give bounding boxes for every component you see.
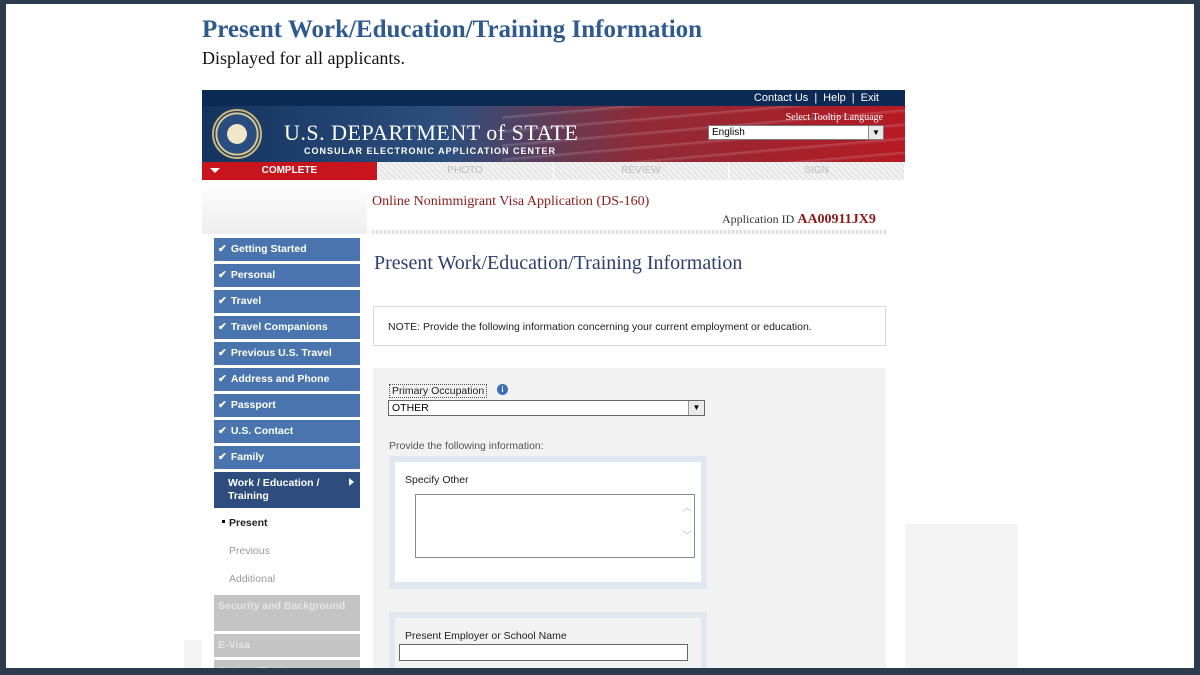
sidebar-item-getting-started[interactable]: ✔ Getting Started xyxy=(214,238,360,261)
progress-steps: COMPLETE PHOTO REVIEW SIGN xyxy=(202,162,905,180)
chevron-right-icon xyxy=(349,478,354,486)
slide-title: Present Work/Education/Training Informat… xyxy=(202,16,703,43)
checkmark-icon: ✔ xyxy=(218,243,227,255)
ds160-screenshot: Contact Us | Help | Exit U.S. DEPARTMENT… xyxy=(202,90,905,668)
checkmark-icon: ✔ xyxy=(218,347,227,359)
checkmark-icon: ✔ xyxy=(218,373,227,385)
primary-occupation-label: Primary Occupation xyxy=(389,384,488,398)
sidebar-item-personal[interactable]: ✔ Personal xyxy=(214,264,360,287)
checkmark-icon: ✔ xyxy=(218,451,227,463)
sidebar-item-work-education[interactable]: Work / Education / Training xyxy=(214,472,360,508)
employer-input[interactable] xyxy=(399,644,688,661)
specify-other-label: Specify Other xyxy=(405,474,469,486)
sidebar-item-address-phone[interactable]: ✔ Address and Phone xyxy=(214,368,360,391)
sidebar-item-student-exchange: Student/Exchange xyxy=(214,660,360,668)
step-review: REVIEW xyxy=(553,162,730,180)
checkmark-icon: ✔ xyxy=(218,425,227,437)
sidebar-item-travel[interactable]: ✔ Travel xyxy=(214,290,360,313)
contact-us-link[interactable]: Contact Us xyxy=(748,92,814,104)
sidebar-subitem-additional[interactable]: Additional xyxy=(214,567,360,595)
note-box: NOTE: Provide the following information … xyxy=(373,306,886,346)
sidebar-item-previous-us-travel[interactable]: ✔ Previous U.S. Travel xyxy=(214,342,360,365)
top-utility-bar: Contact Us | Help | Exit xyxy=(202,90,905,106)
department-name: U.S. DEPARTMENT of STATE xyxy=(284,120,579,145)
background-strip xyxy=(905,524,1018,668)
sidebar-header xyxy=(202,180,367,234)
step-complete[interactable]: COMPLETE xyxy=(202,162,378,180)
chevron-down-icon[interactable]: ▼ xyxy=(688,401,704,415)
scrollbar[interactable]: ︿ ﹀ xyxy=(680,495,694,557)
step-sign: SIGN xyxy=(729,162,905,180)
checkmark-icon: ✔ xyxy=(218,295,227,307)
language-value: English xyxy=(712,127,745,138)
specify-other-group: Specify Other ︿ ﹀ xyxy=(389,456,707,589)
sidebar-nav: ✔ Getting Started ✔ Personal ✔ Travel ✔ Trav… xyxy=(214,238,360,668)
application-title: Online Nonimmigrant Visa Application (DS… xyxy=(372,194,650,209)
application-id: Application ID AA00911JX9 xyxy=(722,212,876,227)
form-area: Primary Occupation i OTHER ▼ Provide the… xyxy=(373,368,886,668)
slide: Present Work/Education/Training Informat… xyxy=(6,4,1194,668)
background-strip xyxy=(184,640,202,668)
exit-link[interactable]: Exit xyxy=(855,92,885,104)
help-link[interactable]: Help xyxy=(817,92,852,104)
tooltip-language-label: Select Tooltip Language xyxy=(785,112,883,123)
page-heading: Present Work/Education/Training Informat… xyxy=(374,252,743,274)
info-icon[interactable]: i xyxy=(497,384,508,395)
sidebar-item-evisa: E-Visa xyxy=(214,634,360,657)
checkmark-icon: ✔ xyxy=(218,269,227,281)
sidebar-subitem-present[interactable]: Present xyxy=(214,511,360,539)
specify-other-textarea[interactable]: ︿ ﹀ xyxy=(415,494,695,558)
employer-label: Present Employer or School Name xyxy=(405,630,567,642)
primary-occupation-select[interactable]: OTHER ▼ xyxy=(388,400,705,416)
step-photo: PHOTO xyxy=(377,162,554,180)
application-id-value: AA00911JX9 xyxy=(797,212,876,227)
sidebar-subitem-previous[interactable]: Previous xyxy=(214,539,360,567)
language-select[interactable]: English ▼ xyxy=(708,125,884,140)
provide-info-text: Provide the following information: xyxy=(389,440,544,452)
sidebar-item-security: Security and Background xyxy=(214,595,360,631)
center-name: CONSULAR ELECTRONIC APPLICATION CENTER xyxy=(304,146,557,156)
state-seal-logo xyxy=(212,109,262,159)
checkmark-icon: ✔ xyxy=(218,399,227,411)
checkmark-icon: ✔ xyxy=(218,321,227,333)
chevron-down-icon xyxy=(210,168,220,173)
sidebar-item-us-contact[interactable]: ✔ U.S. Contact xyxy=(214,420,360,443)
employer-group: Present Employer or School Name xyxy=(389,612,707,668)
slide-subtitle: Displayed for all applicants. xyxy=(202,48,405,68)
sidebar-item-travel-companions[interactable]: ✔ Travel Companions xyxy=(214,316,360,339)
divider xyxy=(372,230,886,234)
sidebar-item-family[interactable]: ✔ Family xyxy=(214,446,360,469)
chevron-down-icon[interactable]: ▼ xyxy=(868,126,883,139)
header-banner: U.S. DEPARTMENT of STATE CONSULAR ELECTR… xyxy=(202,106,905,162)
sidebar-item-passport[interactable]: ✔ Passport xyxy=(214,394,360,417)
